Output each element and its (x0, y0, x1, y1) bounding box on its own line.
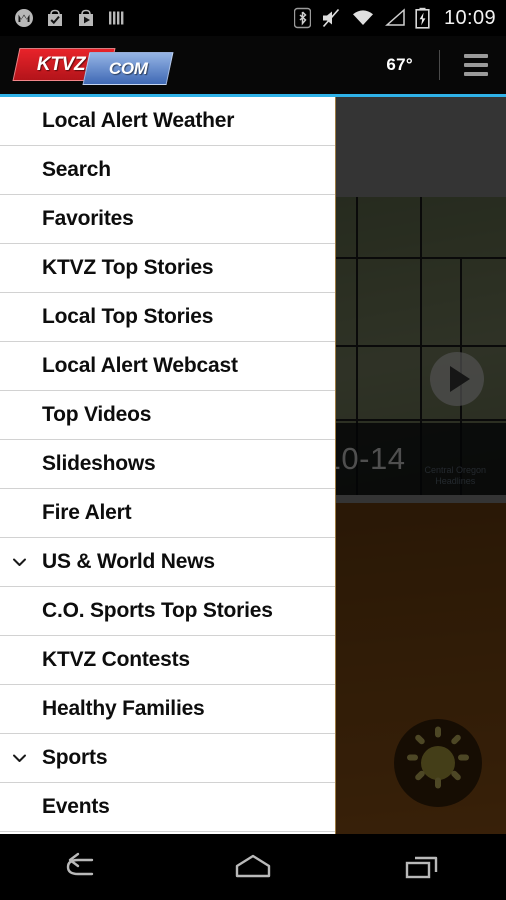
status-bar: 10:09 (0, 0, 506, 36)
drawer-item-us-world-news[interactable]: US & World News (0, 538, 335, 587)
sun-ray (435, 777, 441, 789)
drawer-item-events[interactable]: Events (0, 783, 335, 832)
drawer-item-label: Healthy Families (42, 697, 205, 720)
drawer-item-label: Top Videos (42, 403, 152, 426)
drawer-item-label: Local Alert Webcast (42, 354, 238, 377)
drawer-item-label: Slideshows (42, 452, 156, 475)
drawer-item-favorites[interactable]: Favorites (0, 195, 335, 244)
sun-ray (450, 769, 463, 782)
drawer-item-label: Fire Alert (42, 501, 132, 524)
drawer-item-local-alert-weather[interactable]: Local Alert Weather (0, 97, 335, 146)
back-arrow-icon (67, 852, 94, 876)
menu-bar-3 (464, 72, 488, 76)
status-bar-clock: 10:09 (443, 6, 496, 29)
drawer-item-ktvz-contests[interactable]: KTVZ Contests (0, 636, 335, 685)
logo-blue-text: COM (108, 58, 148, 78)
motorola-logo-icon (15, 9, 33, 27)
wifi-icon (352, 10, 373, 25)
logo-blue-block: COM (82, 52, 174, 85)
menu-bar-2 (464, 63, 488, 67)
drawer-item-label: Sports (42, 746, 108, 769)
bag-checkmark-icon (48, 9, 62, 26)
phone-screen: 10:09 KTVZ. COM 67° 7-10-14 Central Oreg… (0, 0, 506, 900)
app-header: KTVZ. COM 67° (0, 36, 506, 94)
drawer-item-slideshows[interactable]: Slideshows (0, 440, 335, 489)
cell-signal-icon (384, 8, 405, 26)
sun-ray (413, 769, 426, 782)
battery-charging-icon (415, 7, 430, 29)
drawer-item-label: Search (42, 158, 111, 181)
drawer-item-local-alert-webcast[interactable]: Local Alert Webcast (0, 342, 335, 391)
temperature-display[interactable]: 67° (386, 55, 413, 75)
drawer-item-c-o-sports-top-stories[interactable]: C.O. Sports Top Stories (0, 587, 335, 636)
drawer-item-fire-alert[interactable]: Fire Alert (0, 489, 335, 538)
video-watermark: Central Oregon Headlines (424, 464, 486, 486)
home-button[interactable] (169, 852, 338, 882)
android-navigation-bar (0, 834, 506, 900)
sun-core (421, 746, 455, 780)
sun-ray (413, 733, 426, 746)
drawer-item-search[interactable]: Search (0, 146, 335, 195)
play-store-bag-icon (79, 9, 93, 26)
sun-ray (407, 754, 418, 761)
drawer-item-label: KTVZ Top Stories (42, 256, 214, 279)
sun-ray (458, 754, 469, 761)
header-divider (439, 50, 440, 80)
ktvz-logo[interactable]: KTVZ. COM (12, 48, 174, 85)
hamburger-menu-icon[interactable] (462, 50, 490, 80)
chevron-down-icon (13, 558, 26, 566)
logo-red-text: KTVZ. (37, 53, 91, 75)
menu-bar-1 (464, 54, 488, 58)
recent-apps-icon (405, 856, 437, 879)
drawer-item-label: Favorites (42, 207, 134, 230)
chevron-down-icon (13, 754, 26, 762)
recents-button[interactable] (337, 852, 506, 882)
sun-icon (394, 719, 482, 807)
drawer-item-top-videos[interactable]: Top Videos (0, 391, 335, 440)
navigation-drawer: Local Alert Weather Search Favorites KTVZ T… (0, 97, 336, 834)
volume-muted-icon (322, 8, 340, 28)
drawer-item-healthy-families[interactable]: Healthy Families (0, 685, 335, 734)
drawer-item-ktvz-top-stories[interactable]: KTVZ Top Stories (0, 244, 335, 293)
drawer-item-label: KTVZ Contests (42, 648, 190, 671)
drawer-item-label: US & World News (42, 550, 215, 573)
home-icon (235, 854, 271, 878)
status-left-icons (14, 8, 125, 28)
drawer-item-label: Local Top Stories (42, 305, 214, 328)
drawer-item-sports[interactable]: Sports (0, 734, 335, 783)
drawer-item-local-top-stories[interactable]: Local Top Stories (0, 293, 335, 342)
drawer-item-label: C.O. Sports Top Stories (42, 599, 273, 622)
bluetooth-icon (293, 7, 311, 29)
play-button-icon[interactable] (430, 352, 484, 406)
drawer-item-label: Events (42, 795, 110, 818)
bars-icon (109, 11, 124, 25)
drawer-item-label: Local Alert Weather (42, 109, 235, 132)
back-button[interactable] (0, 852, 169, 882)
header-right-group: 67° (386, 50, 490, 80)
sun-ray (435, 726, 441, 738)
sun-ray (450, 733, 463, 746)
status-right-icons: 10:09 (293, 6, 496, 30)
